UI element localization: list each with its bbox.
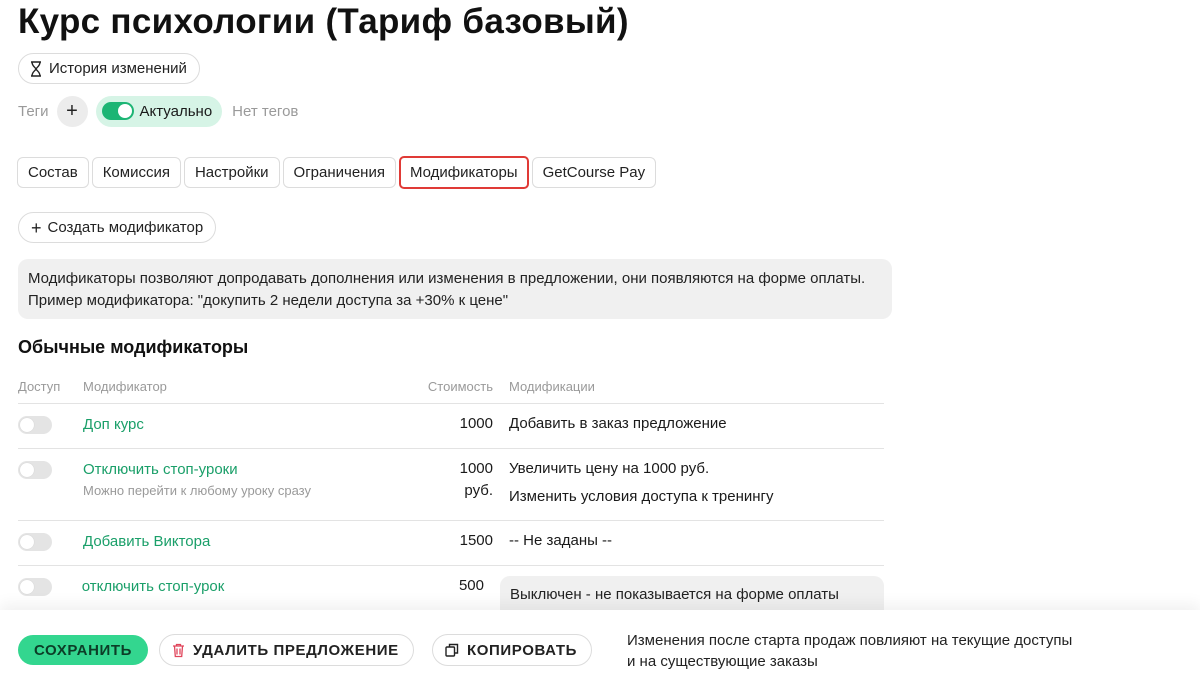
table-header: Доступ Модификатор Стоимость Модификации (18, 370, 884, 404)
tags-row: Теги + Актуально Нет тегов (18, 95, 298, 127)
access-toggle[interactable] (18, 578, 52, 596)
access-toggle[interactable] (18, 461, 52, 479)
modifier-change: Увеличить цену на 1000 руб. (509, 460, 710, 477)
history-button-label: История изменений (49, 60, 187, 77)
tab-restrictions[interactable]: Ограничения (282, 157, 396, 188)
tab-getcourse-pay[interactable]: GetCourse Pay (531, 157, 657, 188)
plus-icon: + (31, 217, 42, 238)
modifier-subtitle: Можно перейти к любому уроку сразу (83, 483, 311, 498)
delete-offer-label: УДАЛИТЬ ПРЕДЛОЖЕНИЕ (193, 641, 399, 659)
footer-note-line1: Изменения после старта продаж повлияют н… (627, 632, 1073, 649)
modifier-link[interactable]: Добавить Виктора (83, 533, 413, 550)
trash-icon (173, 643, 184, 657)
header-changes: Модификации (509, 379, 595, 394)
footer-note-line2: и на существующие заказы (627, 653, 818, 670)
modifier-link[interactable]: Отключить стоп-уроки (83, 461, 413, 478)
hourglass-icon (31, 60, 41, 77)
info-box: Модификаторы позволяют допродавать допол… (18, 259, 892, 319)
modifier-change: -- Не заданы -- (509, 532, 613, 549)
footer-bar: СОХРАНИТЬ УДАЛИТЬ ПРЕДЛОЖЕНИЕ КОПИРОВАТЬ… (0, 610, 1200, 681)
tab-commission[interactable]: Комиссия (91, 157, 181, 188)
access-toggle[interactable] (18, 533, 52, 551)
modifier-cost: 1500 (459, 532, 493, 549)
tab-bar: Состав Комиссия Настройки Ограничения Мо… (17, 156, 657, 189)
history-button[interactable]: История изменений (18, 53, 200, 84)
tab-composition[interactable]: Состав (17, 157, 89, 188)
save-button[interactable]: СОХРАНИТЬ (18, 635, 149, 665)
header-cost: Стоимость (427, 379, 493, 394)
modifier-change: Изменить условия доступа к тренингу (509, 488, 774, 505)
modifier-cost: 1000 (459, 415, 493, 432)
plus-icon: + (66, 99, 78, 122)
modifier-link[interactable]: отключить стоп-урок (82, 578, 406, 595)
modifiers-table: Доступ Модификатор Стоимость Модификации… (18, 370, 884, 626)
tab-settings[interactable]: Настройки (183, 157, 280, 188)
status-label: Актуально (139, 102, 213, 120)
delete-offer-button[interactable]: УДАЛИТЬ ПРЕДЛОЖЕНИЕ (159, 634, 414, 666)
status-toggle[interactable]: Актуально (95, 95, 223, 127)
table-row: Добавить Виктора 1500 -- Не заданы -- (18, 521, 884, 566)
create-modifier-label: Создать модификатор (47, 219, 204, 236)
status-switch[interactable] (101, 102, 134, 120)
modifier-change: Добавить в заказ предложение (509, 415, 727, 432)
page-title: Курс психологии (Тариф базовый) (18, 2, 629, 41)
copy-label: КОПИРОВАТЬ (467, 641, 577, 659)
no-tags-text: Нет тегов (232, 102, 299, 120)
header-access: Доступ (18, 379, 61, 394)
modifier-cost: 1000 руб. (413, 446, 493, 520)
add-tag-button[interactable]: + (56, 95, 88, 127)
access-toggle[interactable] (18, 416, 52, 434)
table-row: Отключить стоп-уроки Можно перейти к люб… (18, 449, 884, 521)
create-modifier-button[interactable]: + Создать модификатор (18, 212, 217, 243)
modifier-cost-value: 1000 (459, 460, 493, 477)
header-modifier: Модификатор (83, 379, 167, 394)
tags-label: Теги (18, 102, 49, 120)
footer-note: Изменения после старта продаж повлияют н… (627, 630, 1147, 672)
modifier-cost-unit: руб. (464, 482, 493, 499)
modifier-link[interactable]: Доп курс (83, 416, 413, 433)
table-row: Доп курс 1000 Добавить в заказ предложен… (18, 404, 884, 449)
section-title: Обычные модификаторы (18, 337, 249, 357)
copy-icon (445, 643, 459, 657)
tab-modifiers[interactable]: Модификаторы (398, 156, 529, 189)
copy-button[interactable]: КОПИРОВАТЬ (432, 634, 592, 666)
